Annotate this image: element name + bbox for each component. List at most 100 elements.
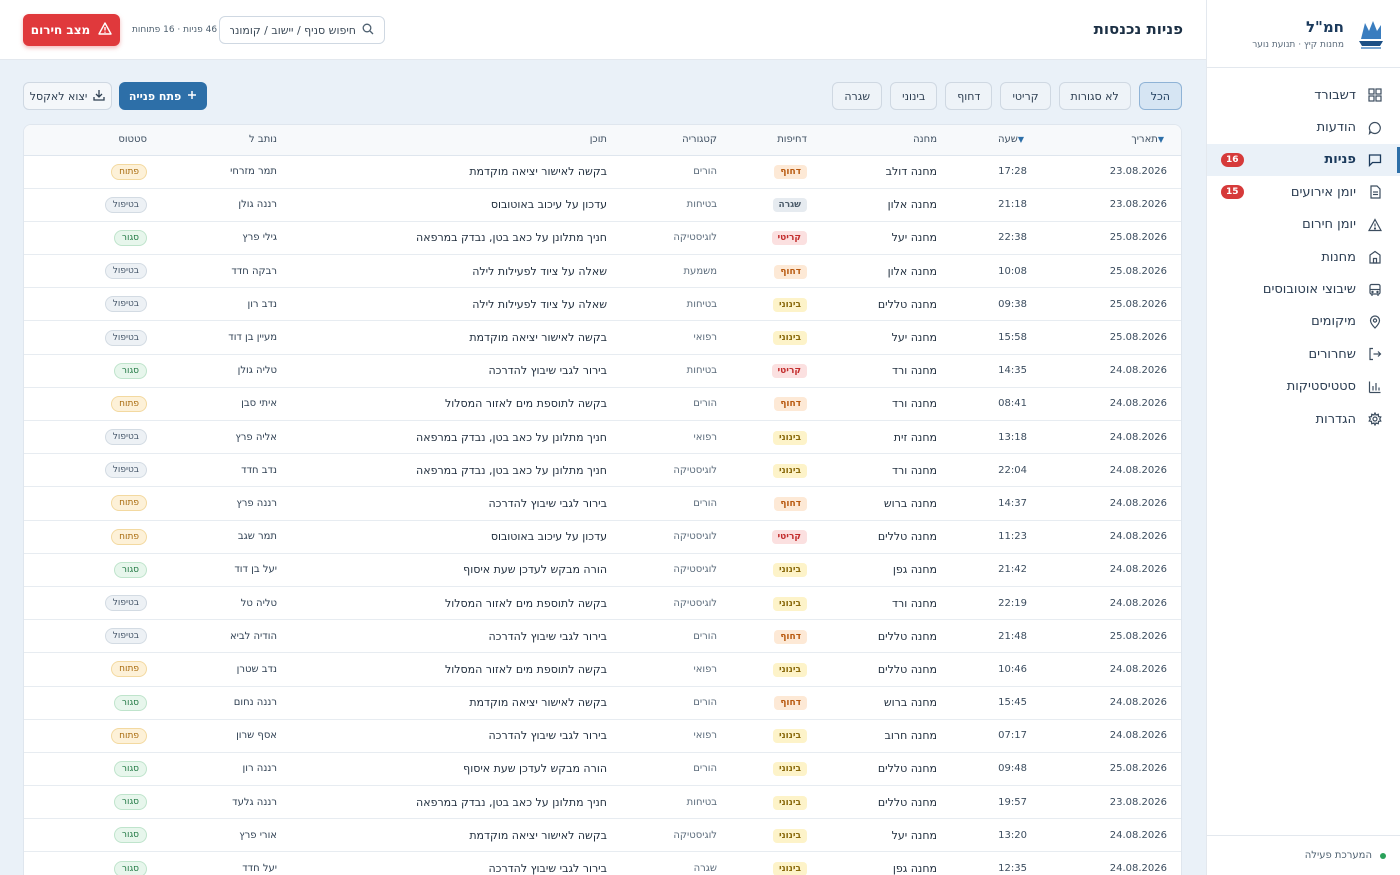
cell-time: 15:45 bbox=[998, 697, 1027, 709]
cell-date: 23.08.2026 bbox=[1109, 199, 1167, 211]
table-row[interactable]: 23.08.2026 17:28 מחנה דולב דחוף הורים בקשה לא… bbox=[24, 155, 1181, 189]
table-row[interactable]: 24.08.2026 11:23 מחנה טללים קריטי לוגיסטיקה ע… bbox=[24, 520, 1181, 554]
table-row[interactable]: 24.08.2026 07:17 מחנה חרוב בינוני רפואי בירור… bbox=[24, 719, 1181, 753]
table-row[interactable]: 25.08.2026 09:38 מחנה טללים בינוני בטיחות שאל… bbox=[24, 288, 1181, 321]
bar-chart-icon bbox=[1366, 378, 1384, 396]
alert-triangle-icon bbox=[1366, 216, 1384, 234]
cell-content: בירור לגבי שיבוץ להדרכה bbox=[488, 729, 607, 743]
table-row[interactable]: 24.08.2026 08:41 מחנה ורד דחוף הורים בקשה לתו… bbox=[24, 387, 1181, 421]
sidebar-item-8[interactable]: שחרורים bbox=[1207, 338, 1400, 370]
cell-station: מחנה ברוש bbox=[883, 696, 937, 710]
cell-category: הורים bbox=[693, 630, 717, 642]
emergency-mode-button[interactable]: מצב חירום bbox=[23, 14, 120, 46]
column-header-time[interactable]: ▼שעה bbox=[951, 125, 1041, 156]
cell-status: פתוח bbox=[24, 487, 161, 520]
cell-status: בטיפול bbox=[24, 321, 161, 354]
export-excel-button[interactable]: יצוא לאקסל bbox=[23, 82, 112, 110]
table-row[interactable]: 25.08.2026 15:58 מחנה יעל בינוני רפואי בקשה ל… bbox=[24, 321, 1181, 355]
cell-content: עדכון על עיכוב באוטובוס bbox=[490, 530, 607, 544]
status-badge: סגור bbox=[113, 860, 147, 875]
table-row[interactable]: 23.08.2026 21:18 מחנה אלון שגרה בטיחות עדכון … bbox=[24, 188, 1181, 222]
table-row[interactable]: 24.08.2026 13:20 מחנה יעל בינוני לוגיסטיקה בק… bbox=[24, 819, 1181, 852]
table-row[interactable]: 24.08.2026 21:42 מחנה גפן בינוני לוגיסטיקה הו… bbox=[24, 553, 1181, 587]
gear-icon bbox=[1366, 410, 1384, 428]
table-row[interactable]: 24.08.2026 10:46 מחנה טללים בינוני רפואי בקשה… bbox=[24, 653, 1181, 686]
cell-content: הורה מבקש לעדכן שעת איסוף bbox=[463, 762, 607, 776]
table-row[interactable]: 24.08.2026 15:45 מחנה ברוש דחוף הורים בקשה לא… bbox=[24, 686, 1181, 720]
table-row[interactable]: 25.08.2026 10:08 מחנה אלון דחוף משמעת שאלה על… bbox=[24, 255, 1181, 288]
cell-status: סגור bbox=[24, 686, 161, 719]
table-header-row: ▼תאריך ▼שעה מחנה דחיפות קטגוריה תוכן נות… bbox=[24, 125, 1181, 156]
status-badge: בטיפול bbox=[104, 429, 147, 446]
cell-date: 24.08.2026 bbox=[1109, 531, 1167, 543]
status-badge: בטיפול bbox=[104, 595, 147, 612]
cell-station: מחנה אלון bbox=[887, 198, 937, 212]
sidebar-item-label: הגדרות bbox=[1315, 411, 1356, 427]
status-badge: סגור bbox=[113, 229, 147, 246]
cell-station: מחנה טללים bbox=[877, 629, 937, 643]
cell-date: 24.08.2026 bbox=[1109, 863, 1167, 875]
filter-chip-5[interactable]: שגרה bbox=[832, 82, 883, 110]
filter-chip-1[interactable]: לא סגורות bbox=[1058, 82, 1131, 110]
table-row[interactable]: 25.08.2026 22:38 מחנה יעל קריטי לוגיסטיקה חני… bbox=[24, 221, 1181, 255]
table-row[interactable]: 25.08.2026 21:48 מחנה טללים דחוף הורים בירור … bbox=[24, 620, 1181, 653]
cell-assigned: הודיה לביא bbox=[229, 630, 277, 642]
table-row[interactable]: 24.08.2026 14:35 מחנה ורד קריטי בטיחות בירור … bbox=[24, 354, 1181, 388]
table-row[interactable]: 24.08.2026 22:04 מחנה ורד בינוני לוגיסטיקה חנ… bbox=[24, 454, 1181, 487]
table-row[interactable]: 24.08.2026 12:35 מחנה גפן בינוני שגרה בירור ל… bbox=[24, 852, 1181, 875]
cell-station: מחנה טללים bbox=[877, 297, 937, 311]
filter-chip-3[interactable]: דחוף bbox=[945, 82, 993, 110]
table-row[interactable]: 24.08.2026 13:18 מחנה זית בינוני רפואי חניך מ… bbox=[24, 421, 1181, 454]
cell-category: הורים bbox=[693, 398, 717, 410]
cell-urgency: דחוף bbox=[731, 686, 821, 719]
filter-chip-2[interactable]: קריטי bbox=[1000, 82, 1051, 110]
table-row[interactable]: 25.08.2026 09:48 מחנה טללים בינוני הורים הורה… bbox=[24, 752, 1181, 786]
status-badge: סגור bbox=[113, 827, 147, 844]
status-badge: סגור bbox=[113, 694, 147, 711]
search-input[interactable] bbox=[230, 23, 356, 37]
cell-assigned: יעל חדד bbox=[242, 863, 277, 875]
cell-time: 10:08 bbox=[998, 265, 1027, 277]
column-header-category[interactable]: קטגוריה bbox=[621, 125, 731, 156]
status-badge: בטיפול bbox=[104, 296, 147, 313]
sidebar-item-5[interactable]: מחנות bbox=[1207, 241, 1400, 273]
sidebar-item-label: יומן חירום bbox=[1302, 217, 1356, 233]
column-header-assigned[interactable]: נותב ל bbox=[161, 125, 291, 156]
cell-status: בטיפול bbox=[24, 288, 161, 321]
cell-urgency: בינוני bbox=[731, 321, 821, 354]
table-row[interactable]: 24.08.2026 14:37 מחנה ברוש דחוף הורים בירור ל… bbox=[24, 487, 1181, 521]
column-header-content[interactable]: תוכן bbox=[291, 125, 621, 156]
cell-status: סגור bbox=[24, 786, 161, 819]
cell-date: 24.08.2026 bbox=[1109, 730, 1167, 742]
column-header-urgency[interactable]: דחיפות bbox=[731, 125, 821, 156]
sidebar-item-3[interactable]: יומן אירועים 15 bbox=[1207, 176, 1400, 208]
filter-chip-4[interactable]: בינוני bbox=[890, 82, 938, 110]
sidebar-item-7[interactable]: מיקומים bbox=[1207, 306, 1400, 338]
column-header-station[interactable]: מחנה bbox=[821, 125, 951, 156]
sidebar-item-9[interactable]: סטטיסטיקות bbox=[1207, 371, 1400, 403]
cell-date: 25.08.2026 bbox=[1109, 332, 1167, 344]
urgency-badge: דחוף bbox=[774, 696, 807, 711]
open-ticket-button[interactable]: פתח פנייה bbox=[119, 82, 207, 110]
cell-date: 24.08.2026 bbox=[1109, 398, 1167, 410]
sidebar-item-4[interactable]: יומן חירום bbox=[1207, 209, 1400, 241]
column-header-date[interactable]: ▼תאריך bbox=[1041, 125, 1181, 156]
status-badge: בטיפול bbox=[104, 329, 147, 346]
cell-time: 10:46 bbox=[998, 663, 1027, 675]
sidebar-item-0[interactable]: דשבורד bbox=[1207, 79, 1400, 111]
status-badge: בטיפול bbox=[104, 196, 147, 213]
sidebar-item-10[interactable]: הגדרות bbox=[1207, 403, 1400, 435]
sidebar-item-2[interactable]: פניות 16 bbox=[1207, 143, 1400, 177]
sidebar-nav: דשבורד הודעות פניות 16 יומן אירועים 15 יומן חי… bbox=[1207, 68, 1400, 435]
filter-chip-0[interactable]: הכל bbox=[1138, 82, 1182, 110]
cell-category: משמעת bbox=[683, 265, 717, 277]
sidebar-item-6[interactable]: שיבוצי אוטובוסים bbox=[1207, 273, 1400, 305]
column-header-status[interactable]: סטטוס bbox=[24, 125, 161, 156]
table-row[interactable]: 24.08.2026 22:19 מחנה ורד בינוני לוגיסטיקה בק… bbox=[24, 586, 1181, 620]
urgency-badge: בינוני bbox=[772, 463, 807, 478]
message-square-icon bbox=[1366, 151, 1384, 169]
urgency-badge: בינוני bbox=[772, 430, 807, 445]
table-row[interactable]: 23.08.2026 19:57 מחנה טללים בינוני בטיחות חני… bbox=[24, 786, 1181, 819]
brand-name: חמ"ל bbox=[1305, 17, 1344, 36]
sidebar-item-1[interactable]: הודעות bbox=[1207, 111, 1400, 143]
